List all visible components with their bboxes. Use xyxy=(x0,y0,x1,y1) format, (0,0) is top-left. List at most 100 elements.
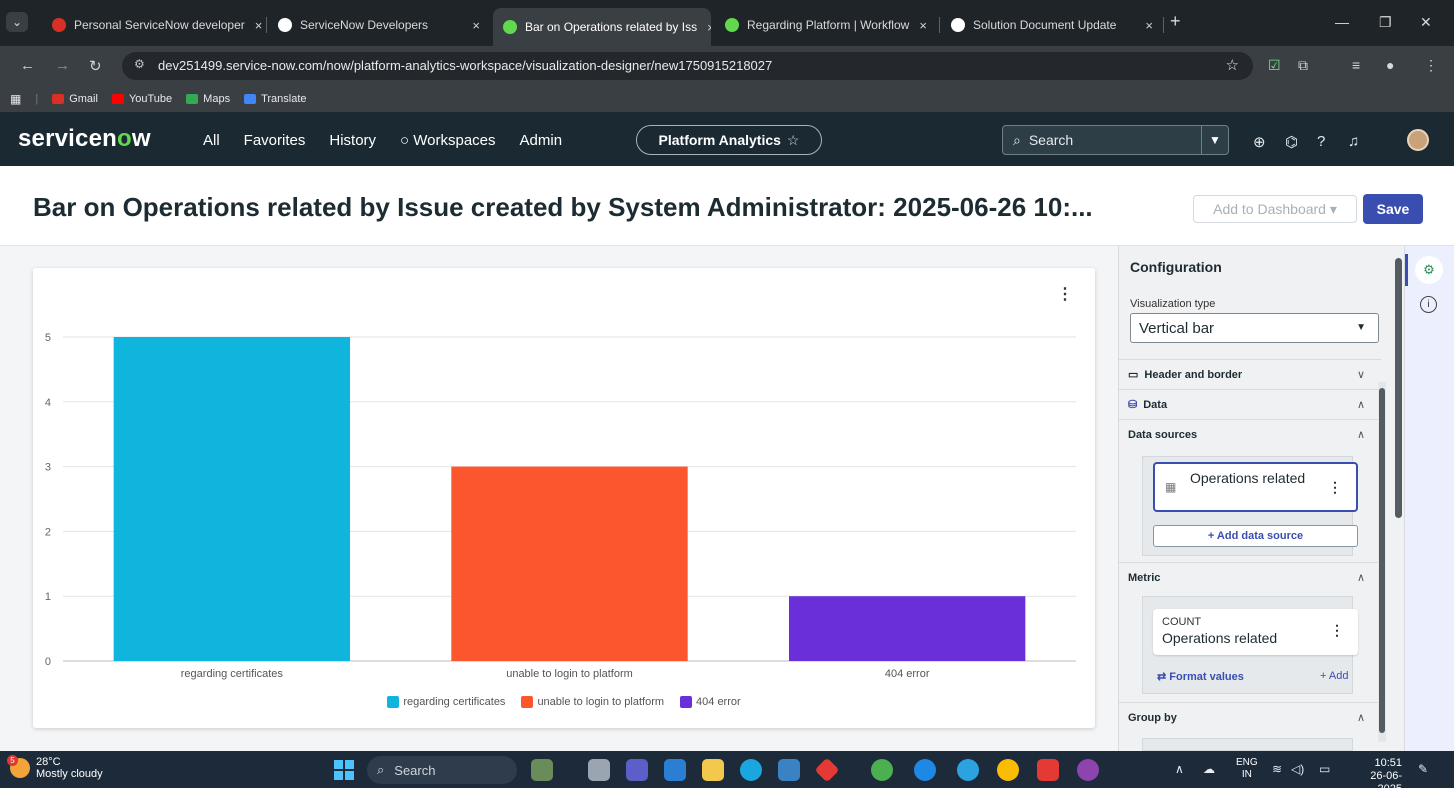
reload-icon[interactable]: ↻ xyxy=(89,57,102,75)
clock[interactable]: 10:5126-06-2025 xyxy=(1348,757,1402,788)
tab-search-button[interactable]: ⌄ xyxy=(6,12,28,32)
workspace-pill[interactable]: Platform Analytics ☆ xyxy=(636,125,822,155)
section-header-and-border[interactable]: ▭ Header and border ∨ xyxy=(1119,359,1381,389)
globe-icon[interactable]: ⊕ xyxy=(1253,133,1266,151)
reading-list-icon[interactable]: ≡ xyxy=(1352,57,1360,73)
nav-favorites[interactable]: Favorites xyxy=(244,132,306,149)
close-tab-icon[interactable]: × xyxy=(697,20,711,35)
notifications-bell-icon[interactable]: ♫ xyxy=(1348,133,1359,150)
global-search-input[interactable]: ⌕ Search xyxy=(1002,125,1202,155)
back-icon[interactable]: ← xyxy=(20,57,35,74)
visualization-type-select[interactable]: Vertical bar ▼ xyxy=(1130,313,1379,343)
bookmark-youtube[interactable]: YouTube xyxy=(111,93,172,105)
add-to-dashboard-button[interactable]: Add to Dashboard ▾ xyxy=(1193,195,1357,223)
extensions-puzzle-icon[interactable]: ⧉ xyxy=(1298,57,1308,74)
inner-scrollbar[interactable] xyxy=(1378,382,1386,742)
save-button[interactable]: Save xyxy=(1363,194,1423,224)
bookmark-gmail[interactable]: Gmail xyxy=(52,93,98,105)
more-options-icon[interactable]: ⋮ xyxy=(1328,479,1342,496)
close-tab-icon[interactable]: × xyxy=(462,18,480,33)
section-metric[interactable]: Metric ∧ xyxy=(1119,562,1381,592)
wps-office-icon[interactable] xyxy=(1037,759,1059,781)
teams-icon[interactable] xyxy=(626,759,648,781)
notification-icon[interactable]: ✎ xyxy=(1418,762,1428,776)
profile-icon[interactable]: ● xyxy=(1386,57,1394,73)
copilot-icon[interactable] xyxy=(664,759,686,781)
y-tick-label: 2 xyxy=(45,526,51,538)
cloud-icon[interactable]: ☁ xyxy=(1203,762,1215,776)
tab-bar-on-operations[interactable]: Bar on Operations related by Iss × xyxy=(493,8,711,46)
nav-all[interactable]: All xyxy=(203,132,220,149)
bookmark-maps[interactable]: Maps xyxy=(186,93,230,105)
add-data-source-button[interactable]: + Add data source xyxy=(1153,525,1358,547)
tray-overflow-icon[interactable]: ∧ xyxy=(1175,762,1184,776)
volume-icon[interactable]: ◁) xyxy=(1291,762,1304,776)
apps-grid-icon[interactable]: ▦ xyxy=(10,92,21,106)
language-indicator[interactable]: ENG IN xyxy=(1236,757,1258,781)
new-tab-icon[interactable]: + xyxy=(1170,11,1181,32)
legend-label: unable to login to platform xyxy=(537,696,665,708)
wifi-icon[interactable]: ≋ xyxy=(1272,762,1282,776)
chat-icon[interactable]: ⌬ xyxy=(1285,133,1298,151)
tab-regarding-platform[interactable]: Regarding Platform | Workflow × xyxy=(715,10,937,40)
widget-app-icon[interactable] xyxy=(531,759,553,781)
taskbar-search-input[interactable]: ⌕ Search xyxy=(367,756,517,784)
edge-icon[interactable] xyxy=(740,759,762,781)
task-view-icon[interactable] xyxy=(588,759,610,781)
data-source-card[interactable]: ▦ Operations related ⋮ xyxy=(1153,462,1358,512)
store-icon[interactable] xyxy=(778,759,800,781)
section-data-sources[interactable]: Data sources ∧ xyxy=(1119,419,1381,449)
add-metric-button[interactable]: + Add xyxy=(1320,670,1348,682)
panel-scrollbar[interactable] xyxy=(1393,250,1403,747)
chrome-profile-icon[interactable] xyxy=(997,759,1019,781)
bar-chart: 0 1 2 3 4 5 regarding certificates unable to lo… xyxy=(45,332,1076,680)
tab-solution-document[interactable]: Solution Document Update × xyxy=(941,10,1163,40)
restore-icon[interactable]: ❐ xyxy=(1379,14,1392,31)
forward-icon[interactable]: → xyxy=(55,57,70,74)
extension-icon[interactable]: ☑ xyxy=(1268,57,1281,74)
chrome-icon[interactable] xyxy=(871,759,893,781)
section-data[interactable]: ⛁ Data ∧ xyxy=(1119,389,1381,419)
file-explorer-icon[interactable] xyxy=(702,759,724,781)
windows-start-icon[interactable] xyxy=(334,760,354,780)
nav-admin[interactable]: Admin xyxy=(520,132,563,149)
nav-history[interactable]: History xyxy=(329,132,376,149)
legend-item[interactable]: 404 error xyxy=(680,696,741,708)
format-values-button[interactable]: ⇄ Format values xyxy=(1157,670,1244,683)
x-tick-label: regarding certificates xyxy=(181,668,284,680)
y-tick-label: 3 xyxy=(45,462,51,474)
search-scope-dropdown[interactable]: ▼ xyxy=(1201,125,1229,155)
servicenow-logo[interactable]: servicenow xyxy=(18,125,151,153)
tab-personal-developer[interactable]: Personal ServiceNow developer × xyxy=(42,10,264,40)
info-icon[interactable]: i xyxy=(1420,296,1437,313)
chevron-down-icon: ∨ xyxy=(1356,369,1365,381)
close-tab-icon[interactable]: × xyxy=(245,18,263,33)
help-app-icon[interactable] xyxy=(914,759,936,781)
help-icon[interactable]: ? xyxy=(1317,133,1325,150)
bookmark-star-icon[interactable]: ☆ xyxy=(1226,56,1239,74)
section-group-by[interactable]: Group by ∧ xyxy=(1119,702,1381,732)
telegram-icon[interactable] xyxy=(957,759,979,781)
nav-workspaces[interactable]: ○ Workspaces xyxy=(400,132,495,149)
red-app-icon[interactable] xyxy=(814,757,840,783)
site-info-icon[interactable]: ⚙ xyxy=(134,57,145,71)
favorite-star-icon[interactable]: ☆ xyxy=(787,132,800,149)
bookmark-translate[interactable]: Translate xyxy=(244,93,307,105)
more-options-icon[interactable]: ⋮ xyxy=(1057,284,1073,304)
close-window-icon[interactable]: ✕ xyxy=(1420,14,1432,31)
close-tab-icon[interactable]: × xyxy=(1135,18,1153,33)
tab-servicenow-developers[interactable]: ServiceNow Developers × xyxy=(268,10,490,40)
legend-item[interactable]: unable to login to platform xyxy=(521,696,664,708)
weather-widget[interactable]: 5 28°C Mostly cloudy xyxy=(7,755,103,780)
battery-icon[interactable]: ▭ xyxy=(1319,762,1330,776)
more-options-icon[interactable]: ⋮ xyxy=(1330,622,1344,639)
metric-card[interactable]: COUNT Operations related ⋮ xyxy=(1153,609,1358,655)
minimize-icon[interactable]: — xyxy=(1335,14,1349,30)
url-bar[interactable]: ⚙ dev251499.service-now.com/now/platform… xyxy=(122,52,1253,80)
avatar[interactable] xyxy=(1407,129,1429,151)
close-tab-icon[interactable]: × xyxy=(909,18,927,33)
chrome-profile-2-icon[interactable] xyxy=(1077,759,1099,781)
settings-sliders-icon[interactable]: ⚙ xyxy=(1415,256,1443,284)
browser-menu-icon[interactable]: ⋮ xyxy=(1424,57,1438,74)
legend-item[interactable]: regarding certificates xyxy=(387,696,505,708)
